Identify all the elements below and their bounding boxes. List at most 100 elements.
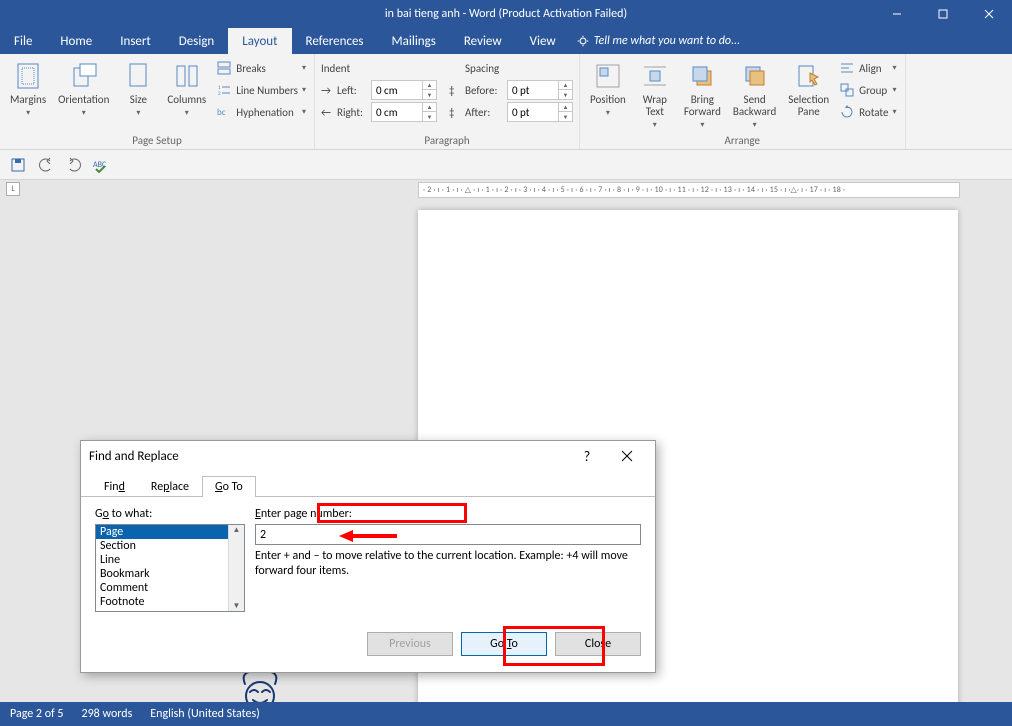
indent-left-spinner[interactable]: ▲▼ bbox=[371, 80, 437, 100]
align-button[interactable]: Align▾ bbox=[837, 58, 898, 78]
tab-review[interactable]: Review bbox=[450, 28, 516, 54]
dialog-close-button[interactable] bbox=[607, 441, 647, 471]
spacing-before-spinner[interactable]: ▲▼ bbox=[507, 80, 573, 100]
indent-right-value[interactable] bbox=[372, 103, 422, 121]
indent-right-label: Right: bbox=[337, 106, 369, 119]
tab-design[interactable]: Design bbox=[165, 28, 228, 54]
rotate-label: Rotate bbox=[859, 106, 888, 119]
redo-button[interactable] bbox=[64, 155, 84, 175]
dialog-tab-goto[interactable]: Go To bbox=[202, 476, 256, 497]
breaks-button[interactable]: Breaks▾ bbox=[214, 58, 308, 78]
wrap-text-button[interactable]: Wrap Text▾ bbox=[634, 58, 676, 132]
listbox-scrollbar[interactable]: ▲▼ bbox=[228, 525, 244, 611]
margins-icon bbox=[12, 60, 44, 92]
tab-insert[interactable]: Insert bbox=[106, 28, 165, 54]
group-paragraph: IndentSpacing →Left: ▲▼ ‡Before: ▲▼ ←Rig… bbox=[315, 54, 580, 149]
breaks-label: Breaks bbox=[236, 62, 266, 75]
close-button[interactable]: Close bbox=[555, 632, 641, 656]
dialog-titlebar[interactable]: Find and Replace ? bbox=[81, 441, 655, 471]
orientation-button[interactable]: Orientation▾ bbox=[54, 58, 113, 120]
status-words[interactable]: 298 words bbox=[82, 707, 133, 721]
list-item[interactable]: Section bbox=[96, 539, 228, 553]
spin-up[interactable]: ▲ bbox=[422, 103, 436, 112]
maximize-button[interactable] bbox=[920, 0, 966, 28]
list-item[interactable]: Footnote bbox=[96, 595, 228, 609]
spin-down[interactable]: ▼ bbox=[558, 90, 572, 99]
ruler-horizontal[interactable]: · 2 · ı · 1 · ı · △ · ı · 1 · ı · 2 · ı … bbox=[418, 182, 960, 198]
margins-button[interactable]: Margins▾ bbox=[6, 58, 50, 120]
goto-what-listbox[interactable]: PageSectionLineBookmarkCommentFootnote ▲… bbox=[95, 524, 245, 612]
app-titlebar: in bai tieng anh - Word (Product Activat… bbox=[0, 0, 1012, 28]
send-backward-icon bbox=[739, 60, 771, 92]
page-number-input[interactable] bbox=[255, 524, 641, 545]
list-item[interactable]: Page bbox=[96, 525, 228, 539]
tab-view[interactable]: View bbox=[516, 28, 570, 54]
goto-button[interactable]: Go To bbox=[461, 632, 547, 656]
orientation-label: Orientation bbox=[58, 94, 109, 106]
tab-references[interactable]: References bbox=[292, 28, 378, 54]
spin-down[interactable]: ▼ bbox=[422, 90, 436, 99]
list-item[interactable]: Bookmark bbox=[96, 567, 228, 581]
group-page-setup: Margins▾ Orientation▾ Size▾ Columns▾ Bre… bbox=[0, 54, 315, 149]
undo-button[interactable] bbox=[36, 155, 56, 175]
hyphenation-label: Hyphenation bbox=[236, 106, 294, 119]
rotate-icon bbox=[839, 104, 855, 120]
spin-down[interactable]: ▼ bbox=[558, 112, 572, 121]
rotate-button[interactable]: Rotate▾ bbox=[837, 102, 898, 122]
svg-text:ABC: ABC bbox=[93, 160, 107, 170]
status-language[interactable]: English (United States) bbox=[150, 707, 260, 721]
line-numbers-button[interactable]: 12Line Numbers▾ bbox=[214, 80, 308, 100]
ribbon: Margins▾ Orientation▾ Size▾ Columns▾ Bre… bbox=[0, 54, 1012, 150]
indent-left-icon: → bbox=[321, 84, 335, 97]
tab-file[interactable]: File bbox=[0, 28, 46, 54]
indent-left-value[interactable] bbox=[372, 81, 422, 99]
find-replace-dialog: Find and Replace ? Find Replace Go To Go… bbox=[80, 440, 656, 673]
dialog-tab-find[interactable]: Find bbox=[91, 476, 138, 497]
indent-header: Indent bbox=[321, 62, 381, 75]
status-page[interactable]: Page 2 of 5 bbox=[10, 707, 64, 721]
list-item[interactable]: Line bbox=[96, 553, 228, 567]
selection-pane-button[interactable]: Selection Pane bbox=[784, 58, 833, 120]
spacing-before-value[interactable] bbox=[508, 81, 558, 99]
dialog-tab-replace[interactable]: Replace bbox=[138, 476, 202, 497]
columns-button[interactable]: Columns▾ bbox=[163, 58, 210, 120]
spin-down[interactable]: ▼ bbox=[422, 112, 436, 121]
document-area: ThuthuatOffice TRI KY CUA DAN CONG SO Fi… bbox=[0, 200, 1012, 702]
tab-layout[interactable]: Layout bbox=[228, 28, 291, 54]
spin-up[interactable]: ▲ bbox=[558, 81, 572, 90]
list-item[interactable]: Comment bbox=[96, 581, 228, 595]
spellcheck-button[interactable]: ABC bbox=[92, 155, 112, 175]
dialog-help-button[interactable]: ? bbox=[567, 441, 607, 471]
close-window-button[interactable] bbox=[966, 0, 1012, 28]
position-button[interactable]: Position▾ bbox=[586, 58, 630, 120]
tell-me-input[interactable]: Tell me what you want to do... bbox=[576, 28, 740, 54]
tab-mailings[interactable]: Mailings bbox=[378, 28, 450, 54]
minimize-button[interactable] bbox=[874, 0, 920, 28]
spacing-before-icon: ‡ bbox=[449, 84, 463, 97]
send-backward-button[interactable]: Send Backward▾ bbox=[729, 58, 780, 132]
dialog-tabs: Find Replace Go To bbox=[81, 471, 655, 497]
group-objects-icon bbox=[839, 82, 855, 98]
group-arrange: Position▾ Wrap Text▾ Bring Forward▾ Send… bbox=[580, 54, 906, 149]
columns-icon bbox=[171, 60, 203, 92]
group-objects-button[interactable]: Group▾ bbox=[837, 80, 898, 100]
quick-access-toolbar: ABC bbox=[0, 150, 1012, 180]
margins-label: Margins bbox=[10, 94, 46, 106]
ribbon-tabs: File Home Insert Design Layout Reference… bbox=[0, 28, 1012, 54]
hyphenation-button[interactable]: bcHyphenation▾ bbox=[214, 102, 308, 122]
size-button[interactable]: Size▾ bbox=[117, 58, 159, 120]
save-button[interactable] bbox=[8, 155, 28, 175]
ruler-corner[interactable]: L bbox=[6, 182, 20, 196]
spin-up[interactable]: ▲ bbox=[558, 103, 572, 112]
hyphenation-icon: bc bbox=[216, 104, 232, 120]
columns-label: Columns bbox=[167, 94, 206, 106]
bring-forward-icon bbox=[686, 60, 718, 92]
spacing-after-value[interactable] bbox=[508, 103, 558, 121]
wrap-text-icon bbox=[639, 60, 671, 92]
indent-right-spinner[interactable]: ▲▼ bbox=[371, 102, 437, 122]
previous-button: Previous bbox=[367, 632, 453, 656]
tab-home[interactable]: Home bbox=[46, 28, 106, 54]
bring-forward-button[interactable]: Bring Forward▾ bbox=[680, 58, 725, 132]
spacing-after-spinner[interactable]: ▲▼ bbox=[507, 102, 573, 122]
spin-up[interactable]: ▲ bbox=[422, 81, 436, 90]
